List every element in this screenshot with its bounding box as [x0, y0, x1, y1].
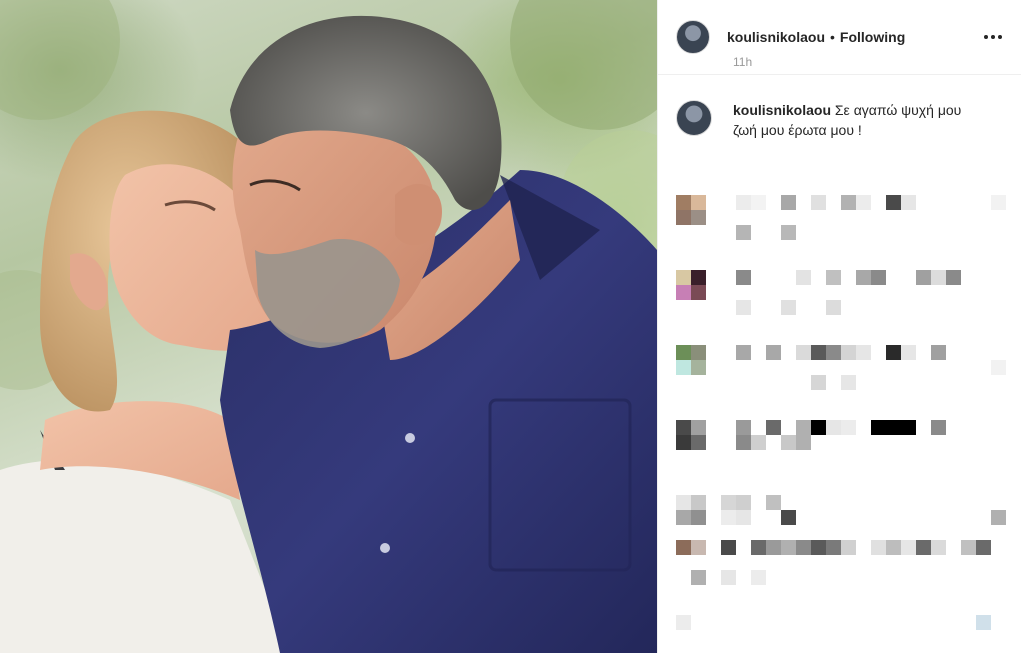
post-photo[interactable]: [0, 0, 657, 653]
pixelated-comments: [658, 0, 1021, 653]
post-side-panel: koulisnikolaou • Following koulisnikolao…: [657, 0, 1021, 653]
couple-kissing-image: [0, 0, 657, 653]
